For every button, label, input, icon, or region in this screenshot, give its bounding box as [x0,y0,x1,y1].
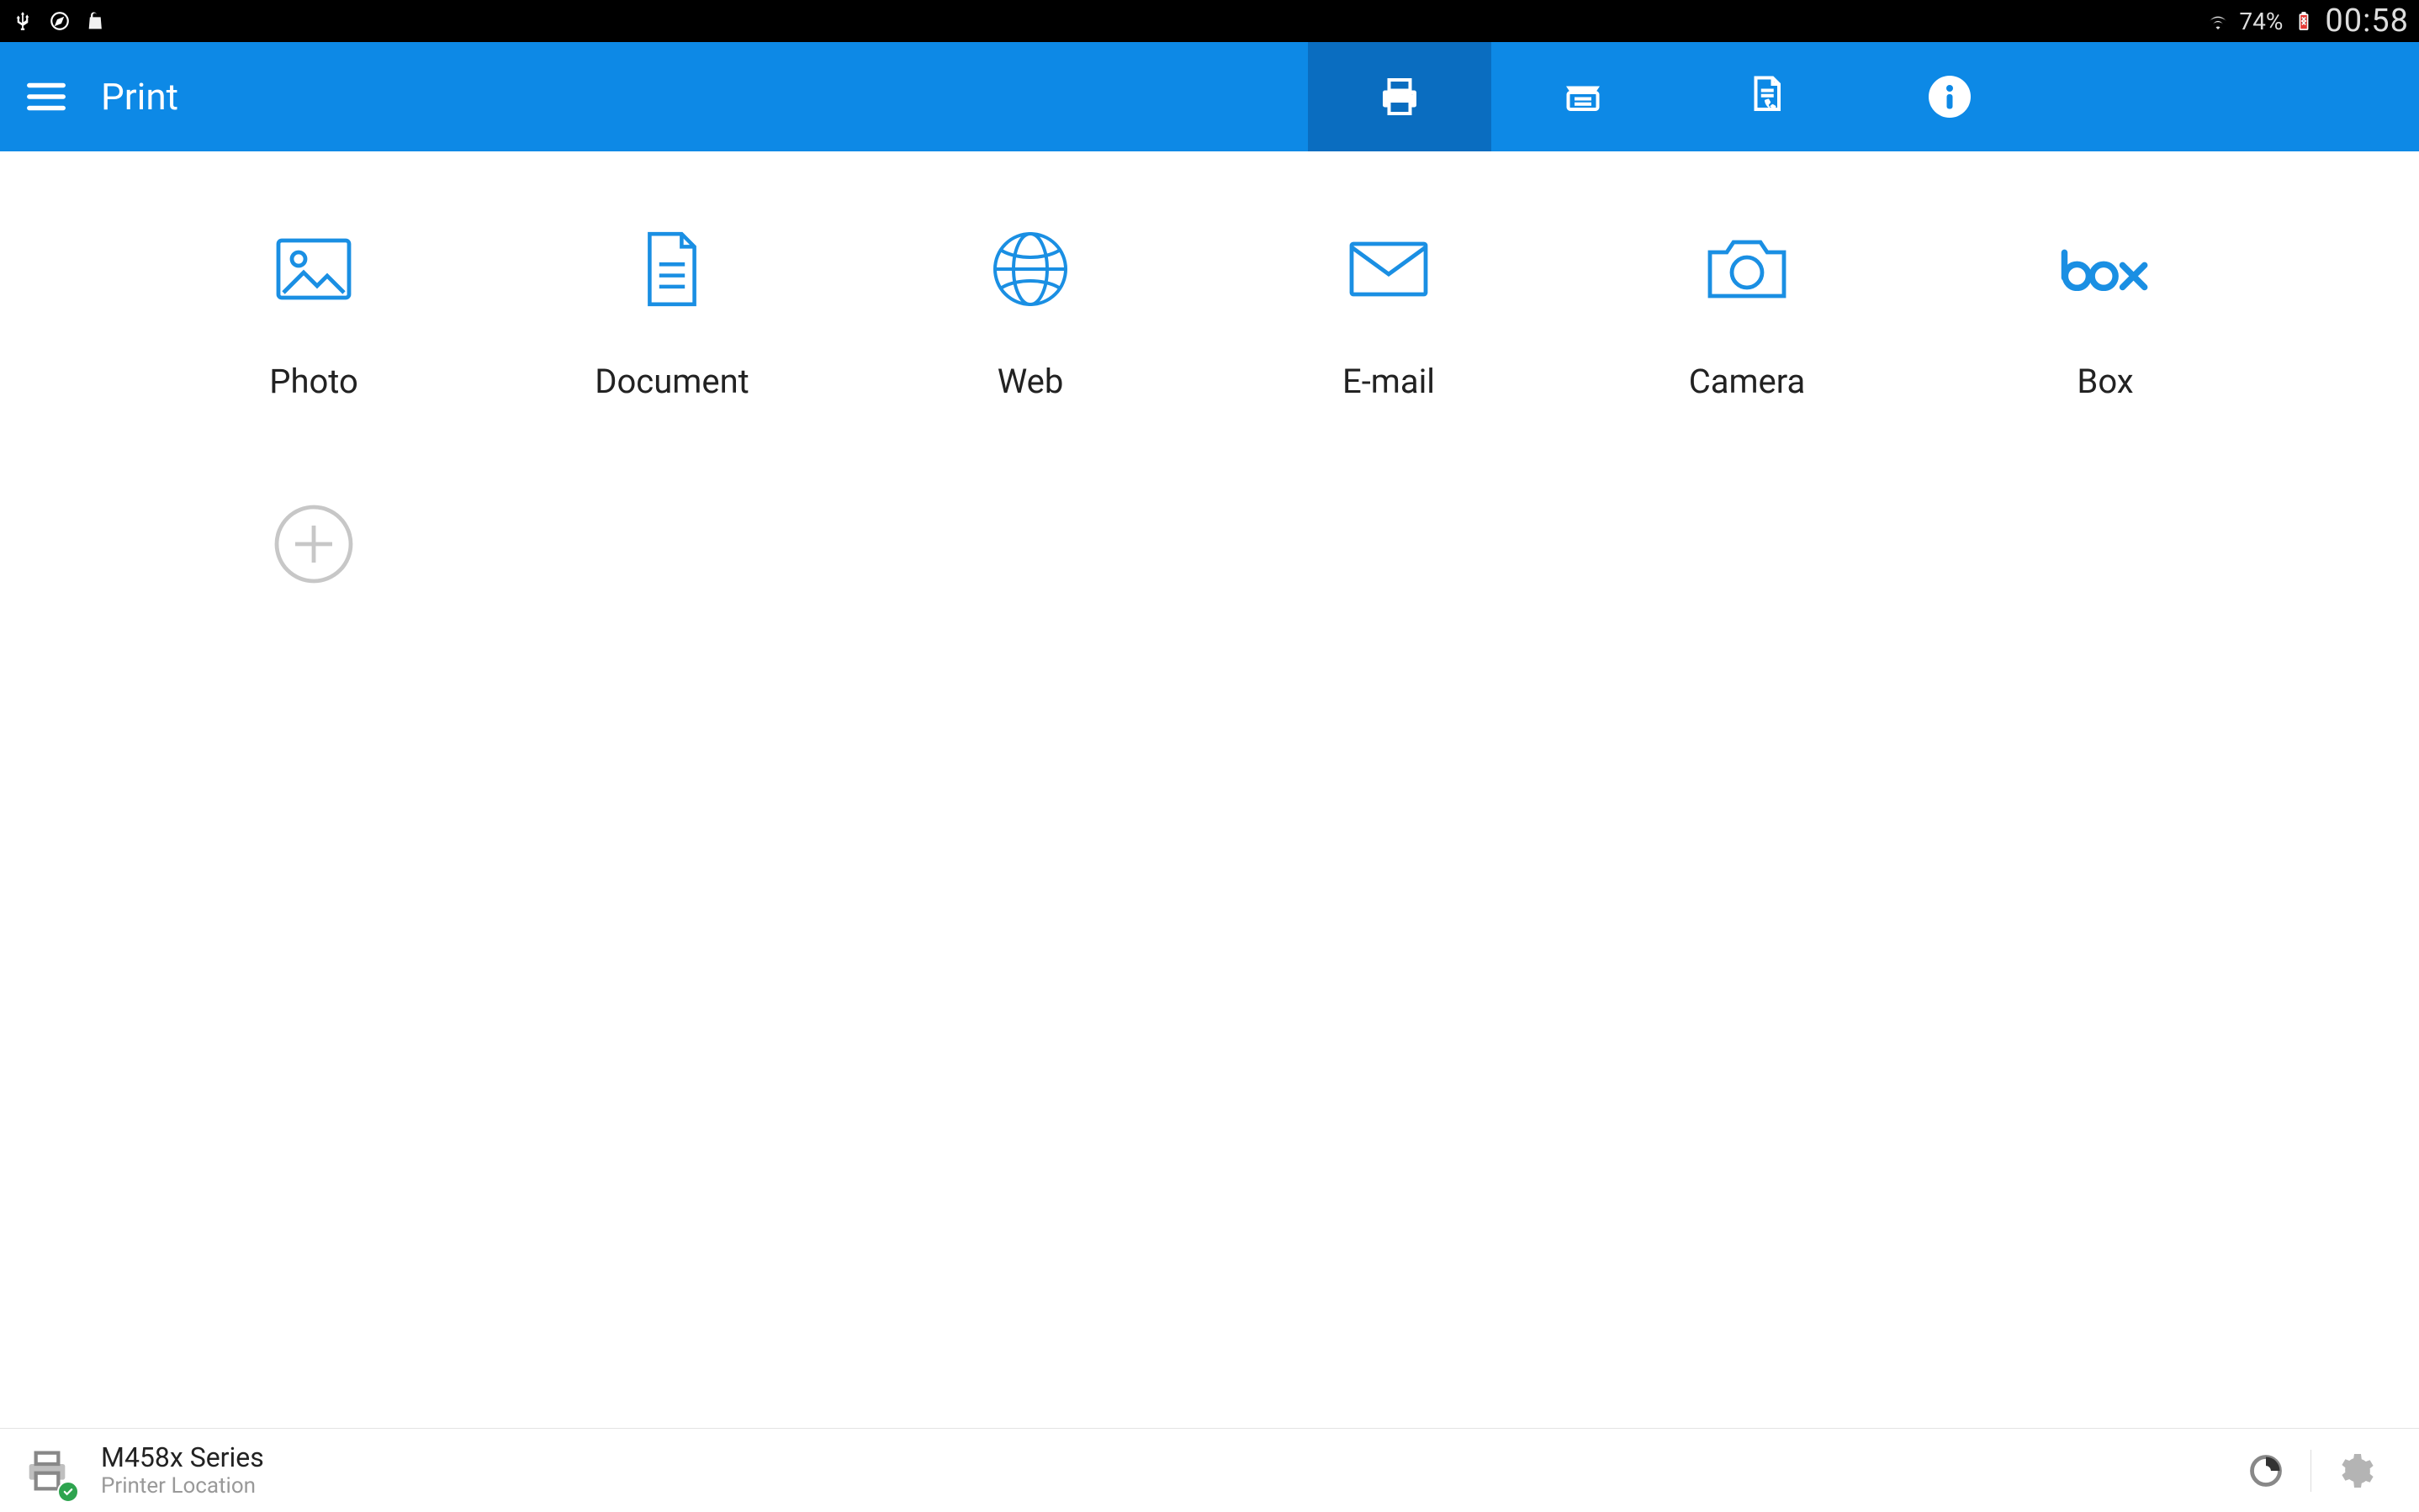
supplies-icon [2247,1452,2284,1489]
status-right: 74% 00:58 [2205,3,2409,40]
tile-label: Box [2077,362,2133,401]
tabs [1308,42,2041,151]
wifi-icon [2205,8,2231,34]
tile-camera[interactable]: Camera [1568,227,1926,401]
tile-label: Document [595,362,749,401]
gear-icon [2336,1451,2376,1491]
tile-label: Camera [1689,362,1806,401]
battery-percent: 74% [2239,8,2283,35]
printer-status-icon[interactable] [17,1441,77,1501]
store-icon [84,8,109,34]
document-icon [640,227,704,311]
info-icon [1924,71,1975,122]
bottom-actions [2228,1446,2394,1496]
tab-print[interactable] [1308,42,1491,151]
box-logo-icon [2058,227,2152,311]
hamburger-icon [24,74,69,119]
tile-web[interactable]: Web [851,227,1210,401]
source-grid: Photo Document [135,227,2284,637]
tab-info[interactable] [1858,42,2041,151]
tile-photo[interactable]: Photo [135,227,493,401]
app-bar: Print [0,42,2419,151]
menu-button[interactable] [0,42,93,151]
usb-icon [10,8,35,34]
compass-icon [47,8,72,34]
tile-add[interactable] [135,502,493,637]
printer-icon [1374,71,1425,122]
supplies-button[interactable] [2228,1446,2304,1496]
tile-email[interactable]: E-mail [1210,227,1568,401]
photo-icon [273,227,354,311]
envelope-icon [1347,227,1431,311]
clock: 00:58 [2325,3,2409,40]
settings-button[interactable] [2318,1446,2394,1496]
printer-name: M458x Series [101,1441,264,1473]
tile-label: E-mail [1342,362,1435,401]
status-left [10,8,109,34]
tile-document[interactable]: Document [493,227,851,401]
printer-info[interactable]: M458x Series Printer Location [101,1441,264,1500]
main-content: Photo Document [0,151,2419,1428]
divider [2310,1450,2311,1492]
tile-label: Photo [269,362,358,401]
tab-fax[interactable] [1675,42,1858,151]
tile-label: Web [998,362,1064,401]
add-icon [272,502,356,586]
tab-scan[interactable] [1491,42,1675,151]
globe-icon [988,227,1072,311]
battery-critical-icon [2291,8,2316,34]
bottom-bar: M458x Series Printer Location [0,1428,2419,1512]
status-ok-badge [57,1481,79,1503]
printer-location: Printer Location [101,1473,264,1499]
page-title: Print [93,42,178,151]
tile-box[interactable]: Box [1926,227,2284,401]
camera-icon [1703,227,1791,311]
status-bar: 74% 00:58 [0,0,2419,42]
fax-icon [1741,71,1792,122]
scanner-icon [1558,71,1608,122]
